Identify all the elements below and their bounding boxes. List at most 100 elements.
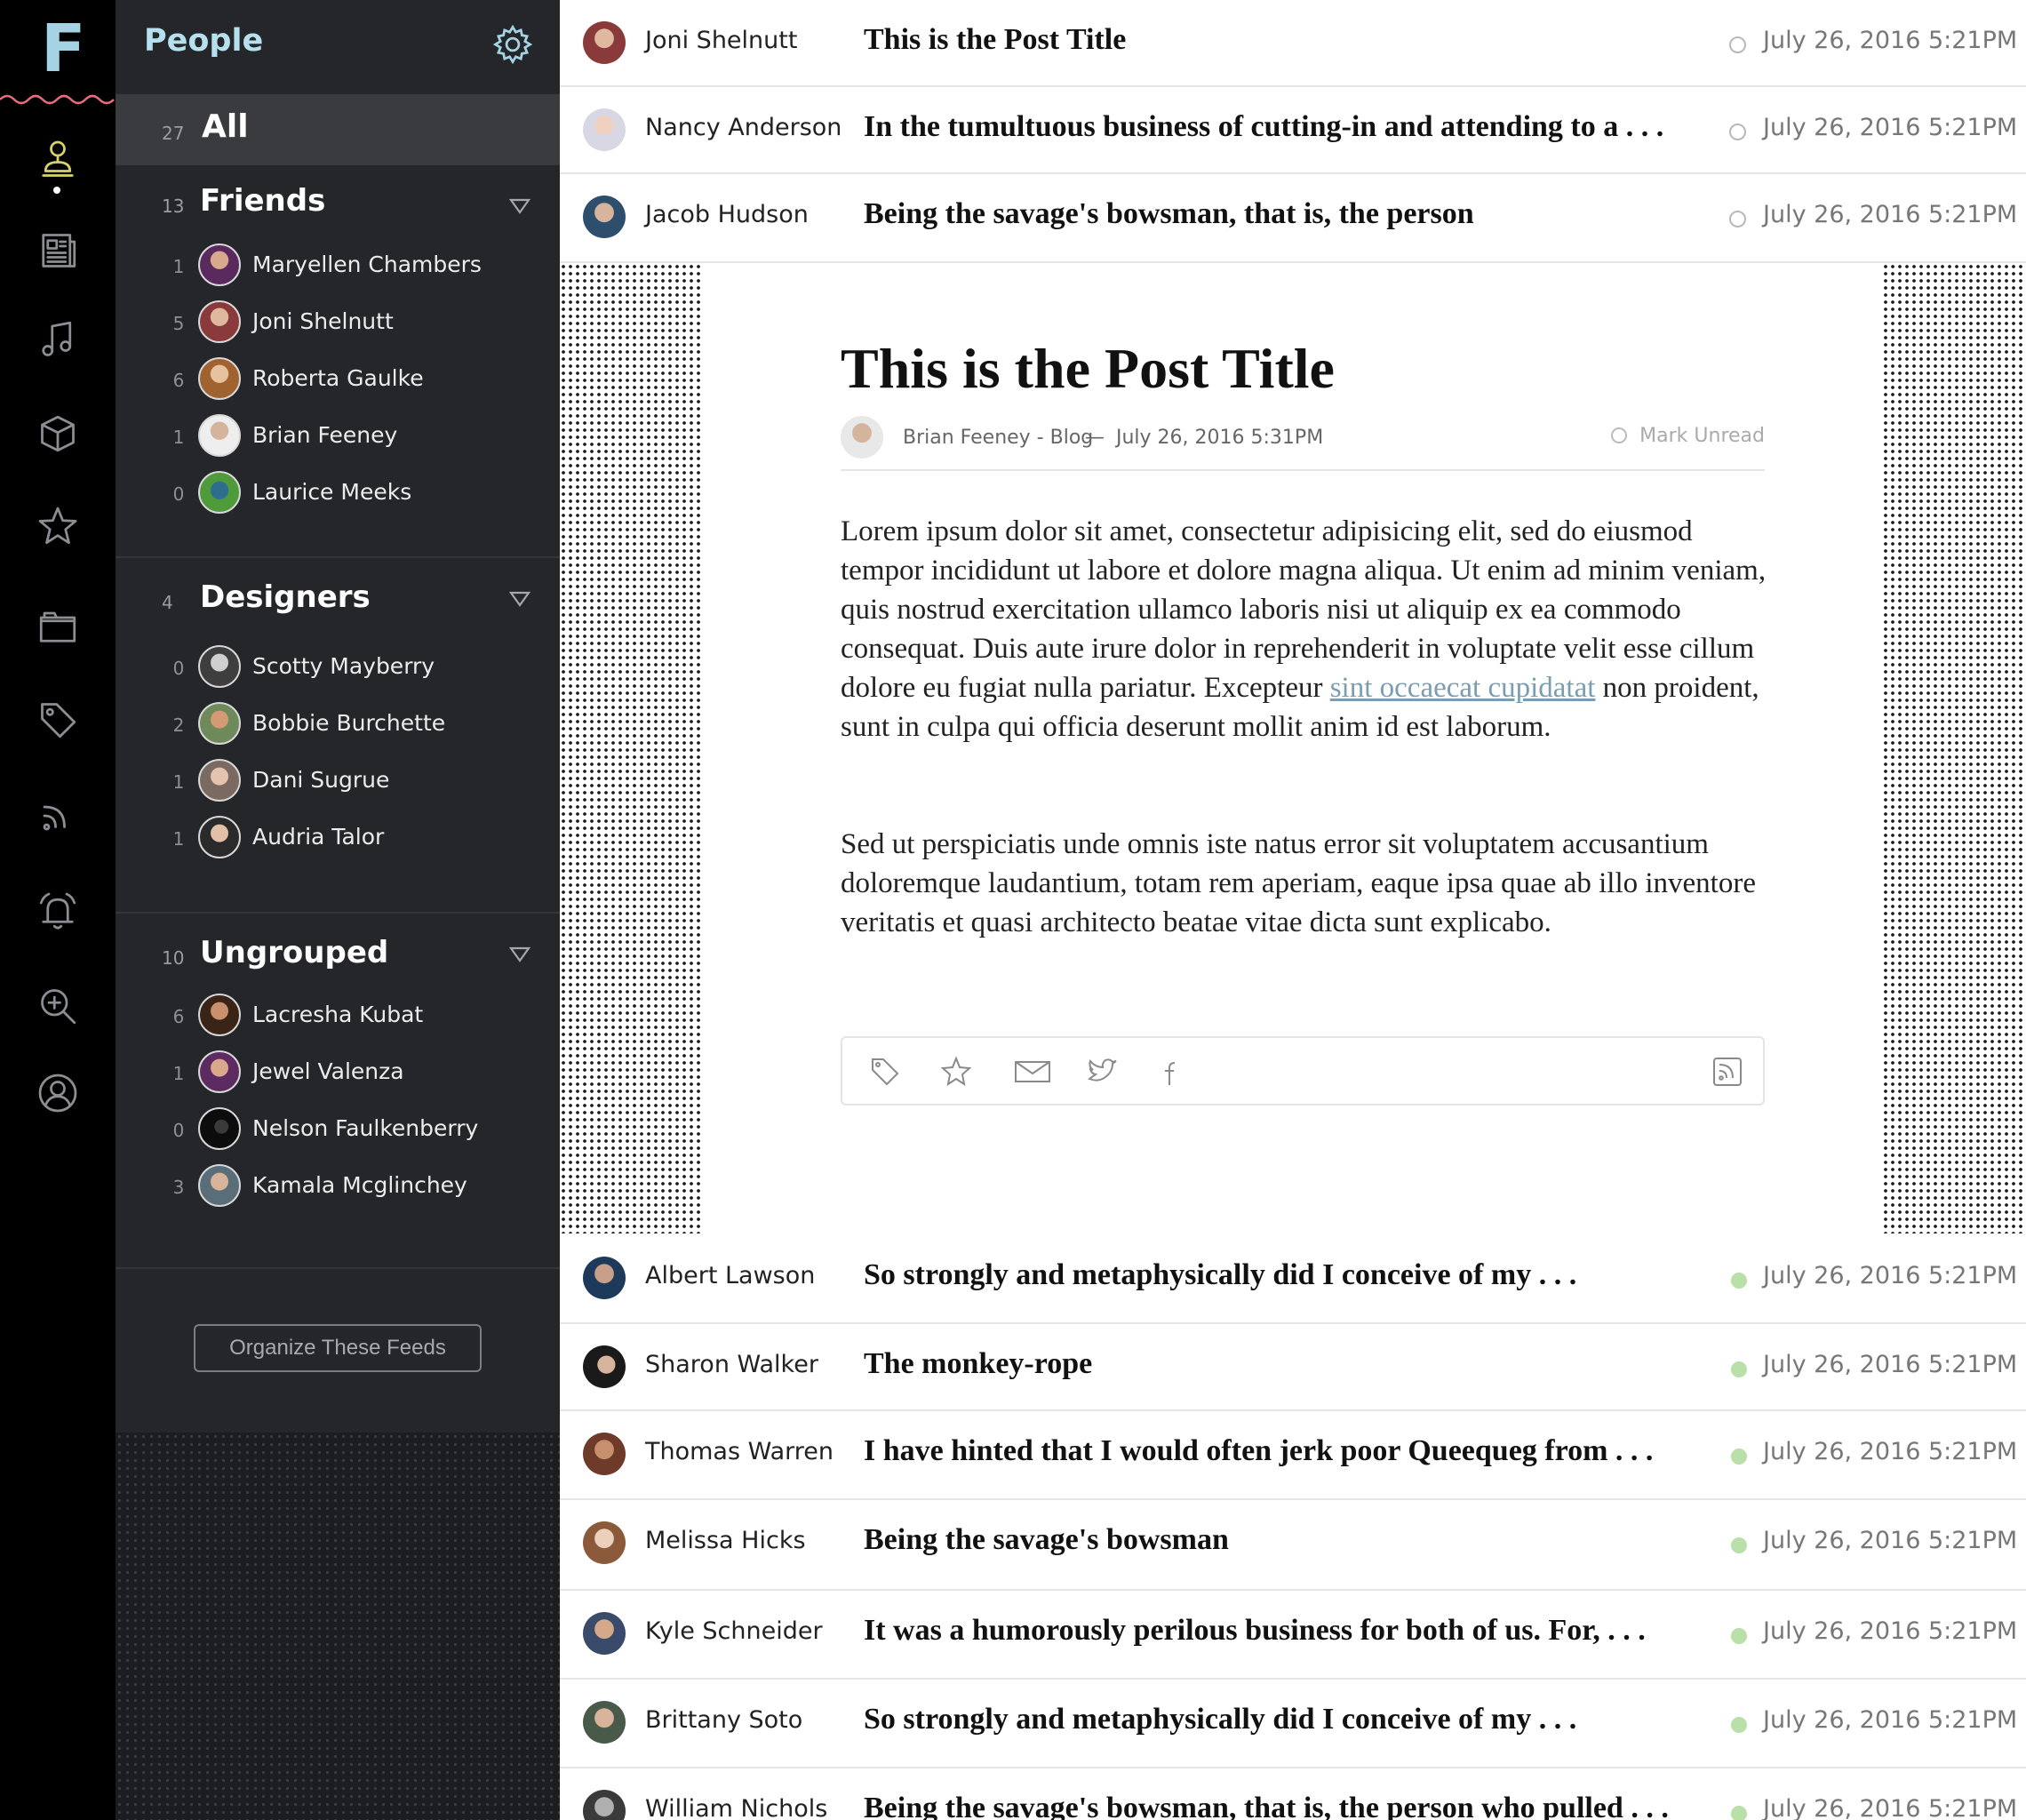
feed-row[interactable]: Jacob Hudson Being the savage's bowsman,… xyxy=(560,174,2026,263)
star-icon[interactable] xyxy=(940,1056,972,1088)
row-date: July 26, 2016 5:21PM xyxy=(1763,1438,2018,1465)
feed-row[interactable]: Albert Lawson So strongly and metaphysic… xyxy=(560,1235,2026,1324)
feed-row[interactable]: Thomas Warren I have hinted that I would… xyxy=(560,1411,2026,1500)
unread-status-dot[interactable] xyxy=(1731,1717,1747,1733)
member-count: 1 xyxy=(172,828,185,850)
tag-icon[interactable] xyxy=(869,1056,901,1088)
user-circle-icon[interactable] xyxy=(31,1066,84,1120)
avatar xyxy=(198,759,241,802)
zoom-in-icon[interactable] xyxy=(31,979,84,1033)
member-item[interactable]: 3 Kamala Mcglinchey xyxy=(116,1162,560,1210)
group-name[interactable]: Designers xyxy=(200,579,371,615)
all-count: 27 xyxy=(162,123,185,144)
row-title: This is the Post Title xyxy=(864,23,1127,56)
member-item[interactable]: 1 Jewel Valenza xyxy=(116,1049,560,1097)
post-actions-bar xyxy=(841,1036,1765,1106)
unread-status-dot[interactable] xyxy=(1731,1449,1747,1465)
mark-unread-button[interactable]: Mark Unread xyxy=(1611,425,1765,447)
twitter-icon[interactable] xyxy=(1086,1056,1118,1088)
member-item[interactable]: 5 Joni Shelnutt xyxy=(116,299,560,347)
gear-icon[interactable] xyxy=(492,24,533,65)
unread-status-dot[interactable] xyxy=(1731,1537,1747,1553)
feed-row[interactable]: Sharon Walker The monkey-rope July 26, 2… xyxy=(560,1324,2026,1411)
feed-row[interactable]: William Nichols Being the savage's bowsm… xyxy=(560,1768,2026,1820)
row-date: July 26, 2016 5:21PM xyxy=(1763,27,2018,54)
avatar xyxy=(583,1790,626,1820)
people-icon[interactable] xyxy=(31,133,84,187)
row-title: So strongly and metaphysically did I con… xyxy=(864,1258,1577,1291)
member-count: 1 xyxy=(172,427,185,448)
rss-icon[interactable] xyxy=(31,789,84,842)
member-item[interactable]: 0 Nelson Faulkenberry xyxy=(116,1106,560,1153)
member-name: Brian Feeney xyxy=(252,422,398,448)
member-item[interactable]: 1 Dani Sugrue xyxy=(116,757,560,805)
organize-feeds-button[interactable]: Organize These Feeds xyxy=(194,1324,482,1372)
unread-status-dot[interactable] xyxy=(1731,1361,1747,1377)
row-date: July 26, 2016 5:21PM xyxy=(1763,1706,2018,1734)
unread-status-dot[interactable] xyxy=(1731,1628,1747,1644)
triangle-down-icon[interactable] xyxy=(508,946,531,963)
member-name: Scotty Mayberry xyxy=(252,653,435,679)
row-author: Joni Shelnutt xyxy=(645,27,798,54)
member-item[interactable]: 1 Audria Talor xyxy=(116,814,560,862)
member-item[interactable]: 2 Bobbie Burchette xyxy=(116,700,560,748)
member-item[interactable]: 6 Lacresha Kubat xyxy=(116,992,560,1040)
alarm-icon[interactable] xyxy=(31,885,84,938)
avatar xyxy=(198,1050,241,1093)
member-name: Bobbie Burchette xyxy=(252,710,446,736)
avatar xyxy=(583,1521,626,1564)
group-count: 10 xyxy=(162,947,185,969)
group-name[interactable]: Ungrouped xyxy=(200,935,388,970)
member-item[interactable]: 0 Laurice Meeks xyxy=(116,469,560,517)
avatar xyxy=(841,416,883,459)
avatar xyxy=(583,1433,626,1475)
people-sidebar: People 27 All 13 Friends 1 Maryellen Cha… xyxy=(116,0,560,1820)
read-status-dot[interactable] xyxy=(1729,36,1746,53)
member-item[interactable]: 1 Brian Feeney xyxy=(116,412,560,460)
tag-icon[interactable] xyxy=(31,693,84,746)
row-author: Kyle Schneider xyxy=(645,1617,823,1645)
member-item[interactable]: 0 Scotty Mayberry xyxy=(116,643,560,691)
triangle-down-icon[interactable] xyxy=(508,590,531,608)
row-title: Being the savage's bowsman, that is, the… xyxy=(864,197,1474,230)
cube-icon[interactable] xyxy=(31,407,84,460)
feed-row[interactable]: Brittany Soto So strongly and metaphysic… xyxy=(560,1680,2026,1768)
member-name: Roberta Gaulke xyxy=(252,365,424,391)
read-status-dot[interactable] xyxy=(1729,211,1746,228)
facebook-icon[interactable] xyxy=(1152,1056,1184,1088)
folder-icon[interactable] xyxy=(31,600,84,653)
sidebar-item-all[interactable]: 27 All xyxy=(116,94,560,165)
row-author: William Nichols xyxy=(645,1795,828,1820)
music-icon[interactable] xyxy=(31,313,84,366)
unread-status-dot[interactable] xyxy=(1731,1273,1747,1289)
mail-icon[interactable] xyxy=(1013,1056,1052,1088)
member-name: Audria Talor xyxy=(252,824,385,850)
feed-row[interactable]: Kyle Schneider It was a humorously peril… xyxy=(560,1591,2026,1680)
avatar xyxy=(583,1612,626,1655)
row-title: It was a humorously perilous business fo… xyxy=(864,1614,1646,1647)
row-date: July 26, 2016 5:21PM xyxy=(1763,201,2018,228)
feed-row[interactable]: Joni Shelnutt This is the Post Title Jul… xyxy=(560,0,2026,87)
feed-row[interactable]: Melissa Hicks Being the savage's bowsman… xyxy=(560,1500,2026,1591)
post-author[interactable]: Brian Feeney - Blog xyxy=(903,427,1093,449)
post-meta: Brian Feeney - Blog — July 26, 2016 5:31… xyxy=(841,416,1765,471)
unread-status-dot[interactable] xyxy=(1731,1806,1747,1820)
read-status-dot[interactable] xyxy=(1729,124,1746,140)
member-item[interactable]: 1 Maryellen Chambers xyxy=(116,242,560,290)
newspaper-icon[interactable] xyxy=(31,224,84,277)
sidebar-dotted-pattern xyxy=(116,1433,560,1820)
inline-link[interactable]: sint occaecat cupidatat xyxy=(1330,672,1596,704)
feed-row[interactable]: Nancy Anderson In the tumultuous busines… xyxy=(560,87,2026,174)
rss-icon[interactable] xyxy=(1711,1056,1743,1088)
app-window: F People 27 All 13 Friends 1 Maryellen C… xyxy=(0,0,2026,1820)
member-name: Kamala Mcglinchey xyxy=(252,1172,467,1198)
group-ungrouped: 10 Ungrouped 6 Lacresha Kubat 1 Jewel Va… xyxy=(116,914,560,1269)
row-title: I have hinted that I would often jerk po… xyxy=(864,1434,1654,1467)
triangle-down-icon[interactable] xyxy=(508,197,531,215)
row-date: July 26, 2016 5:21PM xyxy=(1763,1527,2018,1554)
star-icon[interactable] xyxy=(31,499,84,553)
member-item[interactable]: 6 Roberta Gaulke xyxy=(116,355,560,403)
row-author: Melissa Hicks xyxy=(645,1527,806,1554)
app-logo[interactable]: F xyxy=(41,16,86,82)
group-name[interactable]: Friends xyxy=(200,183,325,219)
